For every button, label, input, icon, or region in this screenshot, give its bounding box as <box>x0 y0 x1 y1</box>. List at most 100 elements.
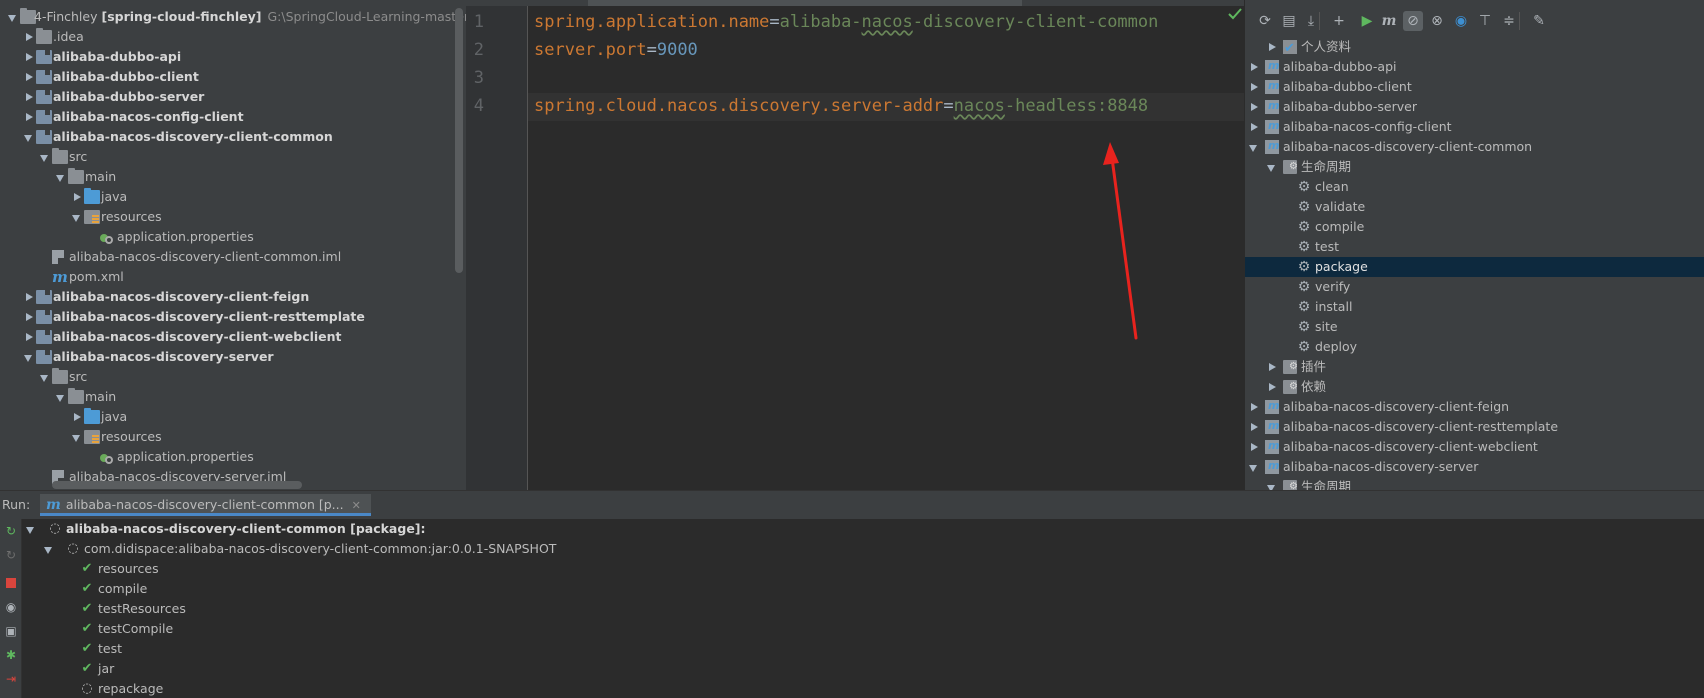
maven-tree-row[interactable]: alibaba-dubbo-client <box>1245 76 1704 97</box>
camera-icon[interactable]: ▣ <box>3 623 19 639</box>
maven-tree-row[interactable]: ⚙ verify <box>1245 277 1704 297</box>
maven-tree-row[interactable]: 插件 <box>1245 357 1704 377</box>
expanded-arrow-icon[interactable] <box>1249 137 1259 157</box>
collapse-icon[interactable]: ⊤ <box>1475 11 1495 31</box>
code-line-4[interactable]: spring.cloud.nacos.discovery.server-addr… <box>534 96 1148 116</box>
maven-tree-row[interactable]: alibaba-nacos-discovery-server <box>1245 456 1704 477</box>
expanded-arrow-icon[interactable] <box>72 427 82 447</box>
download-icon[interactable]: ⤓ <box>1301 11 1321 31</box>
close-icon[interactable]: ✕ <box>352 499 361 512</box>
maven-tree-row[interactable]: 生命周期 <box>1245 477 1704 490</box>
maven-tree-row[interactable]: ⚙ validate <box>1245 197 1704 217</box>
code-line-1[interactable]: spring.application.name=alibaba-nacos-di… <box>534 12 1158 32</box>
show-dependencies-icon[interactable]: ◉ <box>1451 11 1471 31</box>
maven-tree-row[interactable]: alibaba-nacos-discovery-client-feign <box>1245 396 1704 417</box>
reload-icon[interactable]: ⟳ <box>1255 11 1275 31</box>
maven-tree-row[interactable]: ⚙ site <box>1245 317 1704 337</box>
collapsed-arrow-icon[interactable] <box>1249 437 1259 457</box>
expanded-arrow-icon[interactable] <box>40 367 50 387</box>
code-line-2[interactable]: server.port=9000 <box>534 40 698 60</box>
expanded-arrow-icon[interactable] <box>72 207 82 227</box>
expanded-arrow-icon[interactable] <box>40 147 50 167</box>
expanded-arrow-icon[interactable] <box>1249 457 1259 477</box>
rerun-failed-icon[interactable]: ↻ <box>3 547 19 563</box>
expanded-arrow-icon[interactable] <box>56 387 66 407</box>
tree-item-label: resources <box>101 429 162 444</box>
expanded-arrow-icon[interactable] <box>24 127 34 147</box>
collapsed-arrow-icon[interactable] <box>24 67 34 87</box>
tree-item-label: pom.xml <box>69 269 124 284</box>
maven-goal-icon[interactable]: m <box>1379 11 1399 31</box>
skip-tests-icon[interactable]: ⊗ <box>1427 11 1447 31</box>
success-check-icon: ✔ <box>81 601 93 616</box>
maven-tree-row[interactable]: ⚙ compile <box>1245 217 1704 237</box>
maven-tree-row[interactable]: ⚙ clean <box>1245 177 1704 197</box>
maven-tree-label: compile <box>1315 219 1365 234</box>
expand-icon[interactable]: ≑ <box>1499 11 1519 31</box>
maven-tree-row[interactable]: ⚙ test <box>1245 237 1704 257</box>
eye-icon[interactable]: ◉ <box>3 599 19 615</box>
expanded-arrow-icon[interactable] <box>44 539 54 559</box>
collapsed-arrow-icon[interactable] <box>24 107 34 127</box>
add-folder-icon[interactable]: ▤ <box>1279 11 1299 31</box>
maven-tree-row[interactable]: ⚙ install <box>1245 297 1704 317</box>
collapsed-arrow-icon[interactable] <box>72 187 82 207</box>
expanded-arrow-icon[interactable] <box>8 7 18 27</box>
maven-tree-row[interactable]: 依赖 <box>1245 377 1704 397</box>
collapsed-arrow-icon[interactable] <box>1267 377 1277 397</box>
maven-tree-label: 依赖 <box>1301 379 1327 394</box>
collapsed-arrow-icon[interactable] <box>1249 397 1259 417</box>
expanded-arrow-icon[interactable] <box>24 347 34 367</box>
maven-tree-row[interactable]: 个人资料 <box>1245 37 1704 59</box>
maven-tree-label: 生命周期 <box>1301 479 1352 490</box>
collapsed-arrow-icon[interactable] <box>1249 417 1259 437</box>
stop-icon[interactable] <box>3 575 19 591</box>
maven-tree-label: alibaba-nacos-discovery-server <box>1283 459 1479 474</box>
run-config-tab[interactable]: m alibaba-nacos-discovery-client-common [… <box>40 494 371 516</box>
maven-tree-row[interactable]: alibaba-dubbo-server <box>1245 96 1704 117</box>
lifecycle-folder-icon <box>1283 160 1298 174</box>
project-tree-horizontal-scrollbar[interactable] <box>52 481 302 489</box>
settings-wrench-icon[interactable]: ✎ <box>1529 11 1549 31</box>
property-value: -discovery-client-common <box>912 12 1159 32</box>
collapsed-arrow-icon[interactable] <box>72 407 82 427</box>
plus-icon[interactable]: + <box>1329 11 1349 31</box>
expanded-arrow-icon[interactable] <box>1267 477 1277 490</box>
collapsed-arrow-icon[interactable] <box>24 27 34 47</box>
run-tree-label: testCompile <box>98 621 174 636</box>
maven-tree-row[interactable]: ⚙ package <box>1245 257 1704 277</box>
collapsed-arrow-icon[interactable] <box>24 327 34 347</box>
maven-tree-row[interactable]: alibaba-nacos-discovery-client-webclient <box>1245 436 1704 457</box>
expanded-arrow-icon[interactable] <box>56 167 66 187</box>
editor-tab-active[interactable] <box>588 0 1022 6</box>
toggle-offline-icon[interactable]: ⊘ <box>1403 11 1423 31</box>
maven-tree-row[interactable]: alibaba-nacos-discovery-client-resttempl… <box>1245 416 1704 437</box>
maven-tree-row[interactable]: alibaba-nacos-config-client <box>1245 116 1704 137</box>
collapsed-arrow-icon[interactable] <box>1249 97 1259 117</box>
exit-icon[interactable]: ⇥ <box>3 671 19 687</box>
collapsed-arrow-icon[interactable] <box>1267 357 1277 377</box>
maven-tree-row[interactable]: ⚙ deploy <box>1245 337 1704 357</box>
project-tree-vertical-scrollbar[interactable] <box>455 8 463 273</box>
gear-icon: ⚙ <box>1297 319 1311 335</box>
tree-item-label: alibaba-nacos-config-client <box>53 109 244 124</box>
maven-tree-row[interactable]: alibaba-nacos-discovery-client-common <box>1245 136 1704 157</box>
rerun-icon[interactable]: ↻ <box>3 523 19 539</box>
collapsed-arrow-icon[interactable] <box>24 307 34 327</box>
collapsed-arrow-icon[interactable] <box>24 87 34 107</box>
collapsed-arrow-icon[interactable] <box>1267 37 1277 57</box>
maven-tree-row[interactable]: 生命周期 <box>1245 157 1704 177</box>
run-icon[interactable]: ▶ <box>1357 11 1377 31</box>
expanded-arrow-icon[interactable] <box>26 519 36 539</box>
maven-tree-row[interactable]: alibaba-dubbo-api <box>1245 56 1704 77</box>
collapsed-arrow-icon[interactable] <box>1249 117 1259 137</box>
inspection-ok-check-icon[interactable] <box>1228 8 1242 20</box>
collapsed-arrow-icon[interactable] <box>1249 57 1259 77</box>
expanded-arrow-icon[interactable] <box>1267 157 1277 177</box>
collapsed-arrow-icon[interactable] <box>24 287 34 307</box>
collapsed-arrow-icon[interactable] <box>24 47 34 67</box>
code-editor[interactable]: 1 2 3 4 spring.application.name=alibaba-… <box>466 0 1244 490</box>
debug-bug-icon[interactable]: ✱ <box>3 647 19 663</box>
spinner-icon: ◌ <box>67 541 79 556</box>
collapsed-arrow-icon[interactable] <box>1249 77 1259 97</box>
